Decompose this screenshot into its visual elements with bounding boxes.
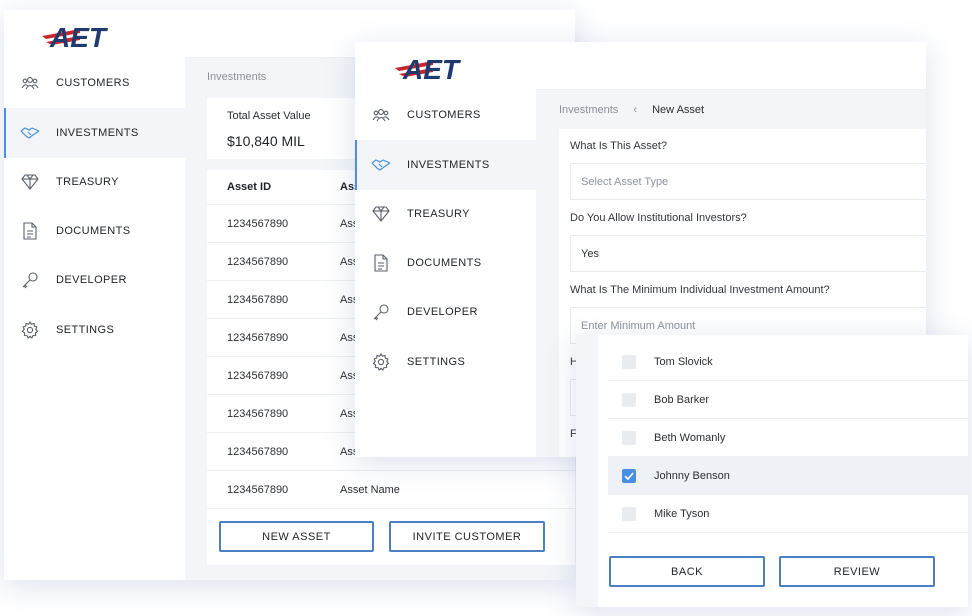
key-icon bbox=[371, 302, 391, 322]
breadcrumb[interactable]: Investments bbox=[207, 71, 266, 83]
sidebar-item-label: SETTINGS bbox=[56, 324, 115, 336]
sidebar-item-label: DOCUMENTS bbox=[56, 225, 131, 237]
diamond-icon bbox=[20, 172, 40, 192]
sidebar-item-investments[interactable]: INVESTMENTS bbox=[355, 140, 536, 190]
investor-row[interactable]: Tom Slovick bbox=[608, 343, 968, 381]
sidebar-item-documents[interactable]: DOCUMENTS bbox=[355, 238, 536, 288]
investor-name: Johnny Benson bbox=[654, 469, 730, 482]
sidebar-item-investments[interactable]: INVESTMENTS bbox=[4, 108, 185, 158]
sidebar-item-label: CUSTOMERS bbox=[56, 77, 130, 89]
aet-logo: AET bbox=[40, 20, 120, 55]
diamond-icon bbox=[371, 204, 391, 224]
sidebar-item-label: SETTINGS bbox=[407, 356, 466, 368]
sidebar-item-treasury[interactable]: TREASURY bbox=[4, 157, 185, 207]
question-asset-type: What Is This Asset? bbox=[570, 140, 668, 152]
customers-icon bbox=[371, 105, 391, 125]
breadcrumb-root[interactable]: Investments bbox=[559, 104, 618, 116]
sidebar-item-label: CUSTOMERS bbox=[407, 109, 481, 121]
customers-icon bbox=[20, 73, 40, 93]
sidebar-item-label: TREASURY bbox=[407, 208, 470, 220]
chevron-left-icon: ‹ bbox=[633, 104, 638, 116]
sidebar-item-label: DOCUMENTS bbox=[407, 257, 482, 269]
asset-id-cell: 1234567890 bbox=[227, 255, 289, 268]
checkmark-icon bbox=[624, 471, 634, 480]
sidebar-item-developer[interactable]: DEVELOPER bbox=[355, 287, 536, 337]
svg-text:AET: AET bbox=[402, 54, 462, 82]
asset-id-cell: 1234567890 bbox=[227, 407, 289, 420]
sidebar: AET CUSTOMERS INVESTMENTS TREASURY DOCUM… bbox=[355, 42, 536, 457]
document-icon bbox=[20, 221, 40, 241]
checkbox-checked[interactable] bbox=[622, 468, 636, 483]
checkbox[interactable] bbox=[622, 430, 636, 445]
sidebar-item-customers[interactable]: CUSTOMERS bbox=[4, 58, 185, 108]
sidebar-item-settings[interactable]: SETTINGS bbox=[355, 337, 536, 387]
investor-name: Tom Slovick bbox=[654, 355, 713, 368]
asset-name-cell: Asset Name bbox=[340, 483, 400, 496]
gear-icon bbox=[20, 320, 40, 340]
total-asset-value: $10,840 MIL bbox=[227, 133, 305, 149]
sidebar-item-treasury[interactable]: TREASURY bbox=[355, 189, 536, 239]
asset-id-cell: 1234567890 bbox=[227, 293, 289, 306]
review-button[interactable]: REVIEW bbox=[779, 556, 935, 587]
asset-type-select[interactable]: Select Asset Type bbox=[570, 163, 926, 200]
checkbox[interactable] bbox=[622, 354, 636, 369]
header-asset-id[interactable]: Asset ID bbox=[227, 181, 271, 193]
sidebar-item-customers[interactable]: CUSTOMERS bbox=[355, 90, 536, 140]
investor-name: Bob Barker bbox=[654, 393, 710, 406]
sidebar-item-developer[interactable]: DEVELOPER bbox=[4, 255, 185, 305]
breadcrumb: Investments ‹ New Asset bbox=[559, 104, 704, 116]
sidebar: AET CUSTOMERS INVESTMENTS TREASURY DOCUM… bbox=[4, 10, 185, 580]
handshake-icon bbox=[371, 155, 391, 175]
investor-list: Tom Slovick Bob Barker Beth Womanly John… bbox=[608, 343, 968, 533]
aet-logo: AET bbox=[393, 52, 473, 87]
investor-select-window: Tom Slovick Bob Barker Beth Womanly John… bbox=[576, 335, 968, 607]
asset-id-cell: 1234567890 bbox=[227, 217, 289, 230]
invite-customer-button[interactable]: INVITE CUSTOMER bbox=[389, 521, 545, 552]
sidebar-item-settings[interactable]: SETTINGS bbox=[4, 305, 185, 355]
svg-text:AET: AET bbox=[49, 22, 109, 50]
checkbox[interactable] bbox=[622, 506, 636, 521]
investor-row[interactable]: Bob Barker bbox=[608, 381, 968, 419]
question-institutional: Do You Allow Institutional Investors? bbox=[570, 212, 747, 224]
asset-id-cell: 1234567890 bbox=[227, 483, 289, 496]
table-divider bbox=[207, 508, 575, 509]
investor-row[interactable]: Beth Womanly bbox=[608, 419, 968, 457]
investor-row-selected[interactable]: Johnny Benson bbox=[608, 457, 968, 495]
asset-id-cell: 1234567890 bbox=[227, 331, 289, 344]
new-asset-button[interactable]: NEW ASSET bbox=[219, 521, 374, 552]
question-minimum-amount: What Is The Minimum Individual Investmen… bbox=[570, 284, 830, 296]
sidebar-item-label: DEVELOPER bbox=[407, 306, 478, 318]
investor-name: Mike Tyson bbox=[654, 507, 710, 520]
key-icon bbox=[20, 270, 40, 290]
investor-list-card: Tom Slovick Bob Barker Beth Womanly John… bbox=[598, 335, 968, 607]
sidebar-item-label: TREASURY bbox=[56, 176, 119, 188]
table-row[interactable]: 1234567890 Asset Name bbox=[207, 470, 575, 508]
document-icon bbox=[371, 253, 391, 273]
top-bar bbox=[536, 42, 926, 90]
sidebar-item-label: INVESTMENTS bbox=[56, 127, 139, 139]
back-button[interactable]: BACK bbox=[609, 556, 765, 587]
institutional-select[interactable]: Yes bbox=[570, 235, 926, 272]
sidebar-item-label: DEVELOPER bbox=[56, 274, 127, 286]
asset-id-cell: 1234567890 bbox=[227, 445, 289, 458]
gear-icon bbox=[371, 352, 391, 372]
investor-row[interactable]: Mike Tyson bbox=[608, 495, 968, 533]
breadcrumb-current: New Asset bbox=[652, 104, 705, 116]
asset-id-cell: 1234567890 bbox=[227, 369, 289, 382]
sidebar-item-documents[interactable]: DOCUMENTS bbox=[4, 206, 185, 256]
sidebar-item-label: INVESTMENTS bbox=[407, 159, 490, 171]
total-asset-label: Total Asset Value bbox=[227, 110, 311, 122]
checkbox[interactable] bbox=[622, 392, 636, 407]
handshake-icon bbox=[20, 123, 40, 143]
investor-name: Beth Womanly bbox=[654, 431, 726, 444]
